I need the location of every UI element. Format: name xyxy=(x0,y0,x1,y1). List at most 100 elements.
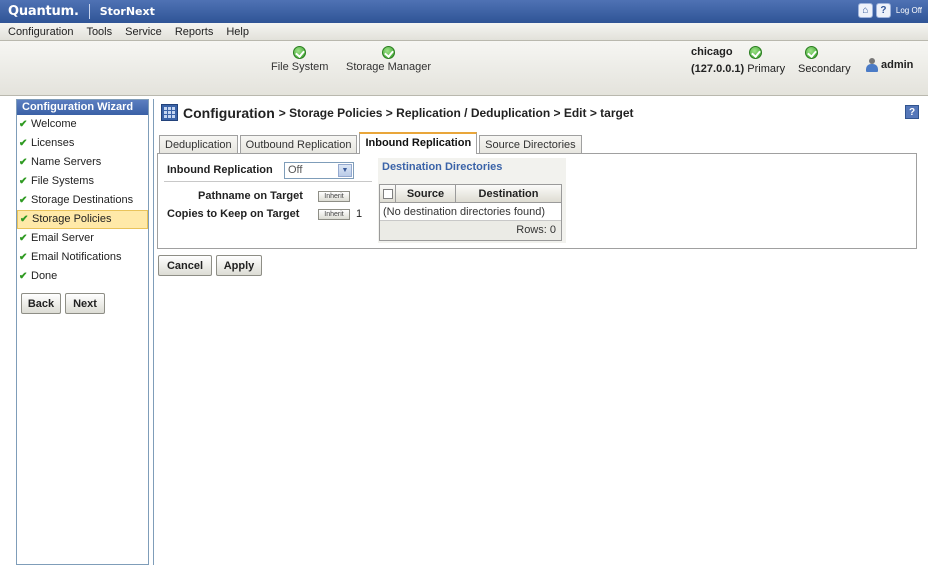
title-bar-actions: ⌂ ? Log Off xyxy=(857,3,922,18)
check-icon: ✔ xyxy=(19,195,28,206)
copies-to-keep-label: Copies to Keep on Target xyxy=(167,208,300,220)
check-icon: ✔ xyxy=(20,214,29,225)
page-help-icon[interactable]: ? xyxy=(905,105,919,119)
menu-configuration[interactable]: Configuration xyxy=(8,26,73,38)
check-icon: ✔ xyxy=(19,176,28,187)
wizard-step-label: Email Server xyxy=(31,232,94,244)
column-source[interactable]: Source xyxy=(396,185,456,202)
configuration-icon xyxy=(161,104,178,121)
tab-inbound-replication[interactable]: Inbound Replication xyxy=(359,132,478,154)
inbound-replication-select[interactable]: Off ▼ xyxy=(284,162,354,179)
inbound-replication-label: Inbound Replication xyxy=(167,164,273,176)
file-system-status-icon xyxy=(293,46,307,59)
host-ip-primary: (127.0.0.1) Primary xyxy=(691,63,785,75)
breadcrumb: > Storage Policies > Replication / Dedup… xyxy=(278,105,634,120)
wizard-step-licenses[interactable]: ✔ Licenses xyxy=(17,134,148,153)
cancel-button[interactable]: Cancel xyxy=(158,255,212,276)
home-icon[interactable]: ⌂ xyxy=(857,3,873,18)
destination-directories-title: Destination Directories xyxy=(382,161,503,173)
wizard-step-label: File Systems xyxy=(31,175,94,187)
select-all-checkbox-cell xyxy=(380,185,396,202)
check-icon: ✔ xyxy=(19,119,28,130)
wizard-step-label: Welcome xyxy=(31,118,77,130)
file-system-status[interactable]: File System xyxy=(271,46,328,73)
inbound-replication-value: Off xyxy=(288,164,303,176)
wizard-step-label: Licenses xyxy=(31,137,75,149)
grid-row-count: Rows: 0 xyxy=(380,221,561,240)
copies-to-keep-value: 1 xyxy=(356,208,363,220)
wizard-steps: ✔ Welcome ✔ Licenses ✔ Name Servers ✔ File Syst… xyxy=(17,115,148,286)
wizard-step-email-notifications[interactable]: ✔ Email Notifications xyxy=(17,248,148,267)
menu-service[interactable]: Service xyxy=(125,26,162,38)
wizard-step-file-systems[interactable]: ✔ File Systems xyxy=(17,172,148,191)
grid-empty-message: (No destination directories found) xyxy=(380,203,561,221)
wizard-step-name-servers[interactable]: ✔ Name Servers xyxy=(17,153,148,172)
destination-directories: Destination Directories Source Destinati… xyxy=(378,158,566,243)
menu-bar: Configuration Tools Service Reports Help xyxy=(0,23,928,41)
chevron-down-icon: ▼ xyxy=(338,164,352,177)
select-all-checkbox[interactable] xyxy=(382,188,393,199)
wizard-step-label: Done xyxy=(31,270,58,282)
primary-label: Primary xyxy=(747,63,786,75)
pathname-inherit-button[interactable]: Inherit xyxy=(318,191,350,202)
status-bar: File System Storage Manager xyxy=(0,41,928,96)
check-icon: ✔ xyxy=(19,233,28,244)
wizard-step-label: Name Servers xyxy=(31,156,102,168)
secondary-status[interactable] xyxy=(805,46,818,59)
wizard-step-email-server[interactable]: ✔ Email Server xyxy=(17,229,148,248)
tab-outbound-replication[interactable]: Outbound Replication xyxy=(239,135,358,154)
grid-header: Source Destination xyxy=(380,185,561,203)
secondary-label: Secondary xyxy=(798,63,851,75)
storage-manager-label: Storage Manager xyxy=(346,61,431,73)
primary-status-icon xyxy=(749,46,762,59)
host-name: chicago xyxy=(691,46,733,58)
storage-manager-status[interactable]: Storage Manager xyxy=(346,46,431,73)
title-bar: Quantum. StorNext ⌂ ? Log Off xyxy=(0,0,928,23)
brand-divider xyxy=(88,4,90,19)
page-header: Configuration > Storage Policies > Repli… xyxy=(161,104,634,121)
wizard-title: Configuration Wizard xyxy=(17,100,148,115)
product-name: StorNext xyxy=(99,5,155,18)
back-button[interactable]: Back xyxy=(21,293,61,314)
file-system-label: File System xyxy=(271,61,329,73)
secondary-status-icon xyxy=(805,46,818,59)
quantum-logo: Quantum. xyxy=(8,4,79,19)
column-destination[interactable]: Destination xyxy=(456,185,561,202)
log-off-link[interactable]: Log Off xyxy=(896,6,922,15)
wizard-step-storage-policies[interactable]: ✔ Storage Policies xyxy=(17,210,148,229)
inbound-replication-panel: Inbound Replication Off ▼ Pathname on Ta… xyxy=(157,153,917,249)
menu-help[interactable]: Help xyxy=(226,26,249,38)
destination-grid: Source Destination (No destination direc… xyxy=(379,184,562,241)
configuration-wizard-sidebar: Configuration Wizard ✔ Welcome ✔ Licenses ✔ N… xyxy=(16,99,149,565)
wizard-step-label: Storage Policies xyxy=(32,213,112,225)
user-name: admin xyxy=(881,59,914,71)
form-actions: Cancel Apply xyxy=(158,255,262,276)
target-settings: Pathname on Target Inherit Copies to Kee… xyxy=(164,181,372,233)
tab-source-directories[interactable]: Source Directories xyxy=(479,135,582,154)
wizard-nav: Back Next xyxy=(17,293,148,314)
main-panel: Configuration > Storage Policies > Repli… xyxy=(153,99,919,565)
check-icon: ✔ xyxy=(19,252,28,263)
primary-status[interactable] xyxy=(749,46,762,59)
copies-inherit-button[interactable]: Inherit xyxy=(318,209,350,220)
wizard-step-label: Email Notifications xyxy=(31,251,122,263)
next-button[interactable]: Next xyxy=(65,293,105,314)
check-icon: ✔ xyxy=(19,157,28,168)
tab-deduplication[interactable]: Deduplication xyxy=(159,135,238,154)
wizard-step-storage-destinations[interactable]: ✔ Storage Destinations xyxy=(17,191,148,210)
apply-button[interactable]: Apply xyxy=(216,255,262,276)
host-ip: (127.0.0.1) xyxy=(691,63,745,75)
user-menu[interactable]: admin xyxy=(865,58,913,72)
user-icon xyxy=(865,58,879,72)
page-title: Configuration xyxy=(183,104,275,121)
menu-tools[interactable]: Tools xyxy=(86,26,112,38)
check-icon: ✔ xyxy=(19,271,28,282)
menu-reports[interactable]: Reports xyxy=(175,26,214,38)
wizard-step-label: Storage Destinations xyxy=(31,194,134,206)
wizard-step-welcome[interactable]: ✔ Welcome xyxy=(17,115,148,134)
pathname-on-target-label: Pathname on Target xyxy=(198,190,303,202)
tab-strip: Deduplication Outbound Replication Inbou… xyxy=(159,132,584,154)
help-icon[interactable]: ? xyxy=(875,3,891,18)
wizard-step-done[interactable]: ✔ Done xyxy=(17,267,148,286)
check-icon: ✔ xyxy=(19,138,28,149)
